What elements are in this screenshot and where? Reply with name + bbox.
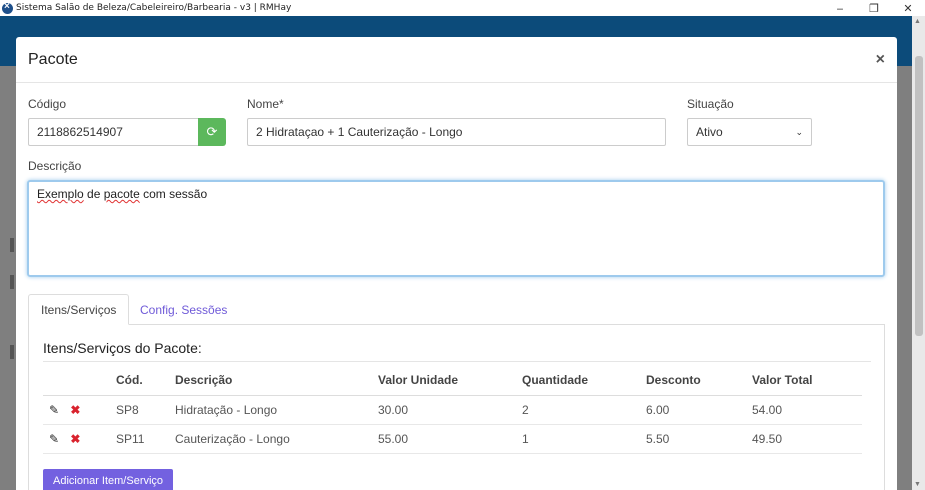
scroll-down-icon[interactable]: ▼: [914, 481, 921, 488]
package-modal: Pacote × Código 2118862514907 ⟳ Nome* 2 …: [16, 37, 897, 490]
scroll-up-icon[interactable]: ▲: [914, 18, 921, 25]
descricao-word: com sessão: [143, 187, 208, 201]
nome-value: 2 Hidrataçao + 1 Cauterização - Longo: [256, 125, 463, 139]
background-marker: [10, 275, 14, 289]
codigo-input[interactable]: 2118862514907: [28, 118, 199, 146]
header-valor-total: Valor Total: [752, 366, 862, 396]
pencil-icon[interactable]: ✎: [49, 432, 59, 446]
codigo-value: 2118862514907: [37, 125, 123, 139]
modal-header: Pacote ×: [16, 37, 897, 83]
maximize-button[interactable]: ❐: [857, 2, 891, 15]
row-actions: ✎ ✖: [43, 395, 116, 425]
header-descricao: Descrição: [175, 366, 378, 396]
nome-input[interactable]: 2 Hidrataçao + 1 Cauterização - Longo: [247, 118, 666, 146]
scrollbar-thumb[interactable]: [915, 56, 923, 336]
page-scrollbar[interactable]: ▲ ▼: [912, 16, 925, 490]
divider: [43, 361, 871, 362]
situacao-label: Situação: [687, 97, 734, 111]
items-table: Cód. Descrição Valor Unidade Quantidade …: [43, 366, 862, 454]
window-titlebar: Sistema Salão de Beleza/Cabeleireiro/Bar…: [0, 0, 925, 16]
generate-code-button[interactable]: ⟳: [198, 118, 226, 146]
descricao-word: pacote: [103, 187, 140, 201]
cell-valor-total: 54.00: [752, 395, 862, 425]
header-quantidade: Quantidade: [522, 366, 646, 396]
x-icon[interactable]: ✖: [70, 432, 80, 446]
descricao-textarea[interactable]: Exemplo de pacote com sessão: [27, 180, 885, 277]
header-desconto: Desconto: [646, 366, 752, 396]
cell-quantidade: 2: [522, 395, 646, 425]
codigo-label: Código: [28, 97, 67, 111]
table-row: ✎ ✖ SP8 Hidratação - Longo 30.00 2 6.00 …: [43, 395, 862, 425]
cell-valor-unidade: 55.00: [378, 424, 522, 454]
header-valor-unidade: Valor Unidade: [378, 366, 522, 396]
table-row: ✎ ✖ SP11 Cauterização - Longo 55.00 1 5.…: [43, 424, 862, 454]
tab-config-sessoes[interactable]: Config. Sessões: [128, 294, 239, 325]
background-marker: [10, 345, 14, 359]
tab-itens-servicos[interactable]: Itens/Serviços: [28, 294, 130, 325]
pencil-icon[interactable]: ✎: [49, 403, 59, 417]
cell-valor-total: 49.50: [752, 424, 862, 454]
window-close-button[interactable]: ✕: [891, 2, 925, 15]
cell-descricao: Cauterização - Longo: [175, 424, 378, 454]
app-logo-icon: [2, 1, 13, 14]
tab-bar: Itens/Serviços Config. Sessões: [28, 294, 885, 325]
items-section-title: Itens/Serviços do Pacote:: [43, 340, 202, 356]
cell-desconto: 6.00: [646, 395, 752, 425]
situacao-value: Ativo: [696, 125, 723, 139]
cell-cod: SP11: [116, 424, 175, 454]
table-header-row: Cód. Descrição Valor Unidade Quantidade …: [43, 366, 862, 396]
nome-label: Nome*: [247, 97, 284, 111]
descricao-word: Exemplo: [37, 187, 84, 201]
window-controls: ‒ ❐ ✕: [823, 2, 925, 15]
refresh-icon: ⟳: [206, 124, 218, 139]
descricao-label: Descrição: [28, 159, 82, 173]
chevron-down-icon: ⌄: [795, 126, 803, 137]
cell-descricao: Hidratação - Longo: [175, 395, 378, 425]
situacao-select[interactable]: Ativo ⌄: [687, 118, 812, 146]
row-actions: ✎ ✖: [43, 424, 116, 454]
tab-panel: Itens/Serviços do Pacote: Cód. Descrição…: [28, 324, 885, 490]
add-item-button[interactable]: Adicionar Item/Serviço: [43, 469, 174, 490]
descricao-word: de: [87, 187, 101, 201]
header-cod: Cód.: [116, 366, 175, 396]
cell-valor-unidade: 30.00: [378, 395, 522, 425]
header-actions: [43, 366, 116, 396]
background-marker: [10, 238, 14, 252]
minimize-button[interactable]: ‒: [823, 2, 857, 15]
cell-quantidade: 1: [522, 424, 646, 454]
cell-desconto: 5.50: [646, 424, 752, 454]
cell-cod: SP8: [116, 395, 175, 425]
modal-title: Pacote: [28, 50, 78, 68]
modal-close-button[interactable]: ×: [876, 51, 885, 69]
window-title: Sistema Salão de Beleza/Cabeleireiro/Bar…: [16, 3, 292, 13]
x-icon[interactable]: ✖: [70, 403, 80, 417]
